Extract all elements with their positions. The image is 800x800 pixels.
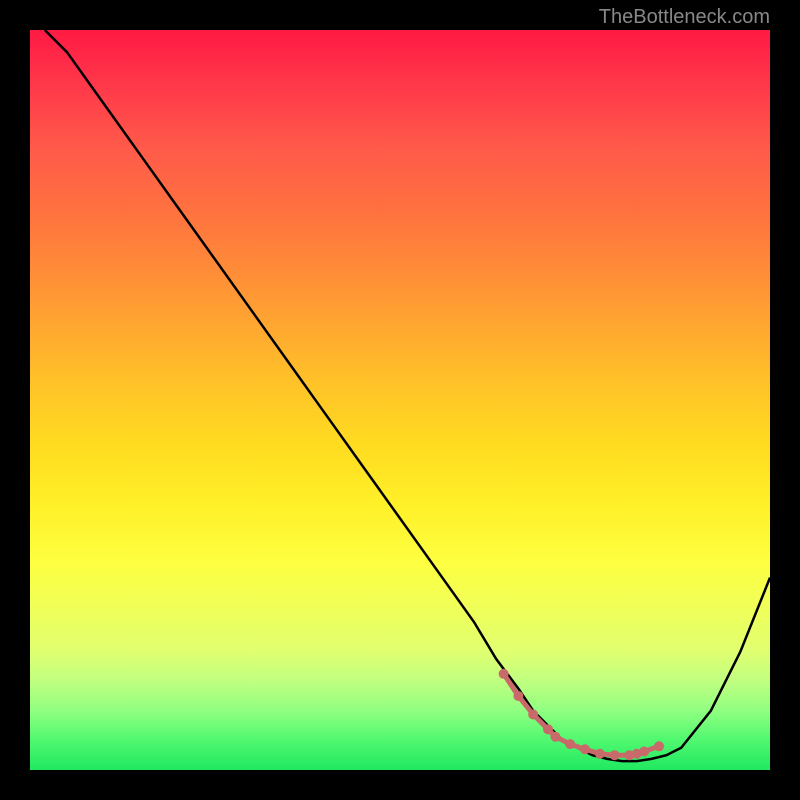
bottleneck-curve bbox=[45, 30, 770, 761]
optimal-range-dot bbox=[543, 724, 553, 734]
optimal-range-dot bbox=[580, 744, 590, 754]
optimal-range-dot bbox=[550, 732, 560, 742]
plot-area bbox=[30, 30, 770, 770]
bottleneck-curve-svg bbox=[30, 30, 770, 770]
optimal-range-line bbox=[504, 674, 659, 755]
optimal-range-dot bbox=[513, 691, 523, 701]
optimal-range-dot bbox=[639, 747, 649, 757]
optimal-range-dot bbox=[565, 739, 575, 749]
optimal-range-dot bbox=[499, 669, 509, 679]
chart-container: TheBottleneck.com bbox=[0, 0, 800, 800]
watermark-text: TheBottleneck.com bbox=[599, 6, 770, 29]
optimal-range-dot bbox=[595, 749, 605, 759]
optimal-range-dot bbox=[528, 710, 538, 720]
optimal-range-dot bbox=[610, 750, 620, 760]
optimal-range-dot bbox=[654, 741, 664, 751]
